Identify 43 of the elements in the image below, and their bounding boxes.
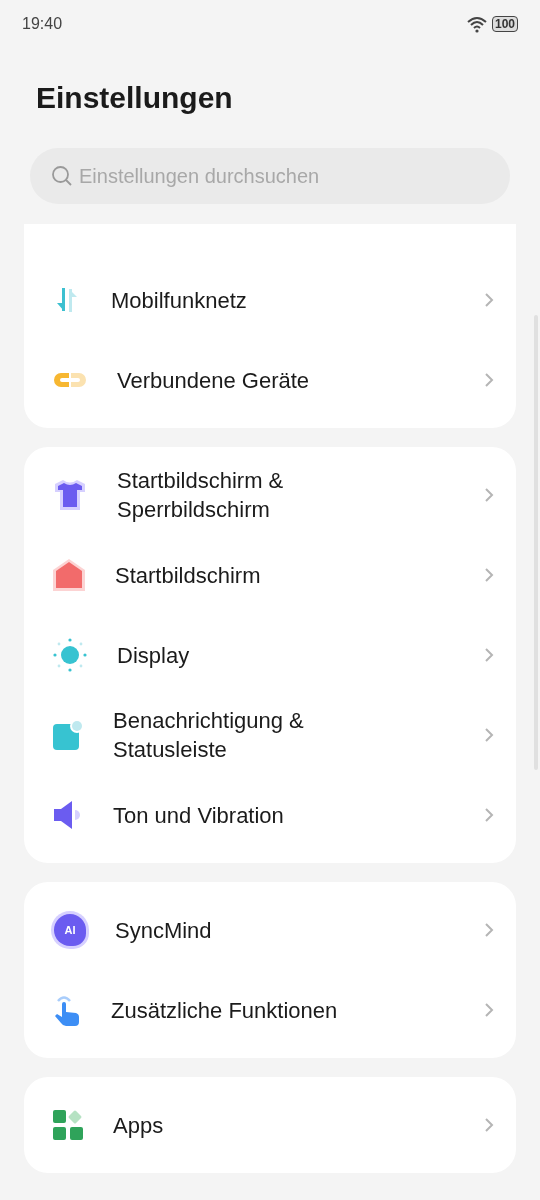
chevron-icon bbox=[484, 1002, 494, 1018]
item-label: Benachrichtigung & Statusleiste bbox=[113, 707, 305, 764]
link-icon bbox=[52, 370, 88, 390]
settings-item[interactable]: Mobilfunknetz bbox=[24, 260, 516, 340]
status-time: 19:40 bbox=[22, 15, 63, 33]
chevron-icon bbox=[484, 487, 494, 503]
search-field[interactable]: Einstellungen durchsuchen bbox=[30, 148, 510, 204]
chevron-icon bbox=[484, 1117, 494, 1133]
item-label: Startbildschirm & Sperrbildschirm bbox=[117, 467, 285, 524]
chevron-icon bbox=[484, 727, 494, 743]
settings-item[interactable]: AI SyncMind bbox=[24, 890, 516, 970]
wifi-icon bbox=[465, 15, 488, 33]
item-label: Mobilfunknetz bbox=[111, 286, 247, 315]
item-label: Apps bbox=[113, 1111, 164, 1140]
chevron-icon bbox=[484, 292, 494, 308]
notification-icon bbox=[52, 719, 84, 751]
settings-item[interactable]: Apps bbox=[24, 1085, 516, 1165]
shirt-icon bbox=[52, 478, 88, 512]
ai-head-icon: AI bbox=[54, 914, 86, 946]
item-label: Ton und Vibration bbox=[113, 801, 284, 830]
battery-indicator: 100 bbox=[491, 16, 518, 32]
item-label: Display bbox=[117, 641, 190, 670]
item-label: SyncMind bbox=[115, 916, 212, 945]
item-label: Startbildschirm bbox=[115, 561, 261, 590]
tap-icon bbox=[52, 993, 82, 1027]
settings-item[interactable]: Startbildschirm bbox=[24, 535, 516, 615]
settings-item[interactable]: Startbildschirm & Sperrbildschirm bbox=[24, 455, 516, 535]
settings-item[interactable]: Benachrichtigung & Statusleiste bbox=[24, 695, 516, 775]
settings-item[interactable]: Zusätzliche Funktionen bbox=[24, 970, 516, 1050]
chevron-icon bbox=[484, 807, 494, 823]
chevron-icon bbox=[484, 372, 494, 388]
chevron-icon bbox=[484, 647, 494, 663]
sun-icon bbox=[52, 637, 88, 673]
settings-item[interactable]: Ton und Vibration bbox=[24, 775, 516, 855]
chevron-icon bbox=[484, 567, 494, 583]
house-icon bbox=[52, 558, 86, 592]
page-title: Einstellungen bbox=[36, 80, 234, 116]
item-label: Zusätzliche Funktionen bbox=[111, 996, 338, 1025]
chevron-icon bbox=[484, 922, 494, 938]
settings-item[interactable]: Verbundene Geräte bbox=[24, 340, 516, 420]
item-label: Verbundene Geräte bbox=[117, 366, 310, 395]
apps-icon bbox=[52, 1109, 84, 1141]
settings-item[interactable]: Display bbox=[24, 615, 516, 695]
